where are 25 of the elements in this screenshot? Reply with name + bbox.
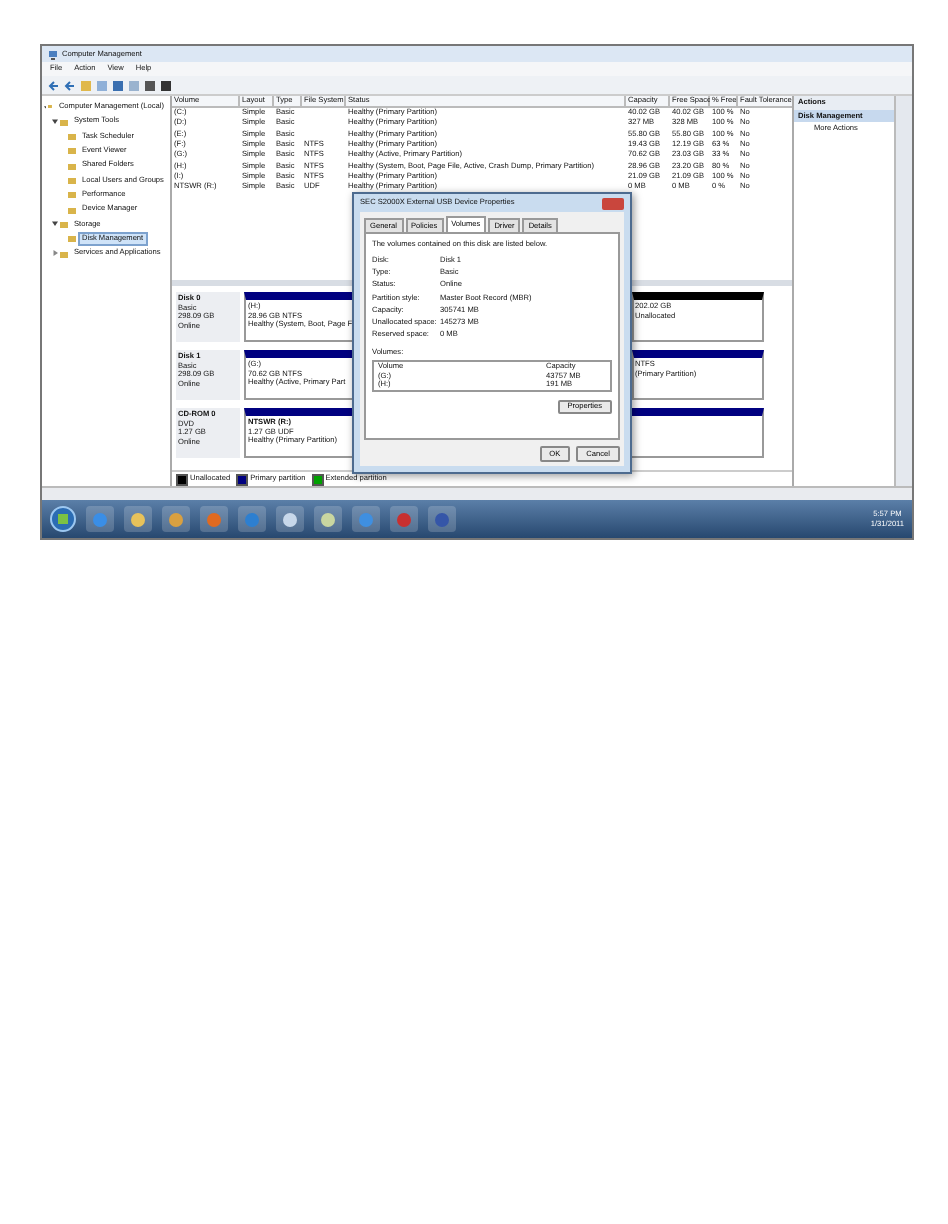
app-icon	[130, 511, 146, 527]
app-icon	[358, 511, 374, 527]
scrollbar[interactable]	[42, 486, 912, 500]
app-icon	[92, 511, 108, 527]
start-button[interactable]	[50, 506, 76, 532]
expand-icon[interactable]	[52, 250, 58, 257]
app-icon	[396, 511, 412, 527]
taskbar-app[interactable]	[390, 506, 418, 532]
taskbar-app[interactable]	[276, 506, 304, 532]
collapse-icon[interactable]	[52, 118, 58, 125]
app-icon	[320, 511, 336, 527]
scrollbar[interactable]	[894, 96, 912, 486]
app-icon	[282, 511, 298, 527]
app-icon	[168, 511, 184, 527]
taskbar-app[interactable]	[428, 506, 456, 532]
taskbar-app[interactable]	[162, 506, 190, 532]
app-icon	[206, 511, 222, 527]
app-icon	[244, 511, 260, 527]
app-icon	[434, 511, 450, 527]
computer-icon	[48, 49, 58, 59]
taskbar-app[interactable]	[314, 506, 342, 532]
close-button[interactable]	[602, 197, 624, 209]
collapse-icon[interactable]	[52, 220, 58, 227]
taskbar-app[interactable]	[124, 506, 152, 532]
back-icon[interactable]	[48, 79, 60, 91]
